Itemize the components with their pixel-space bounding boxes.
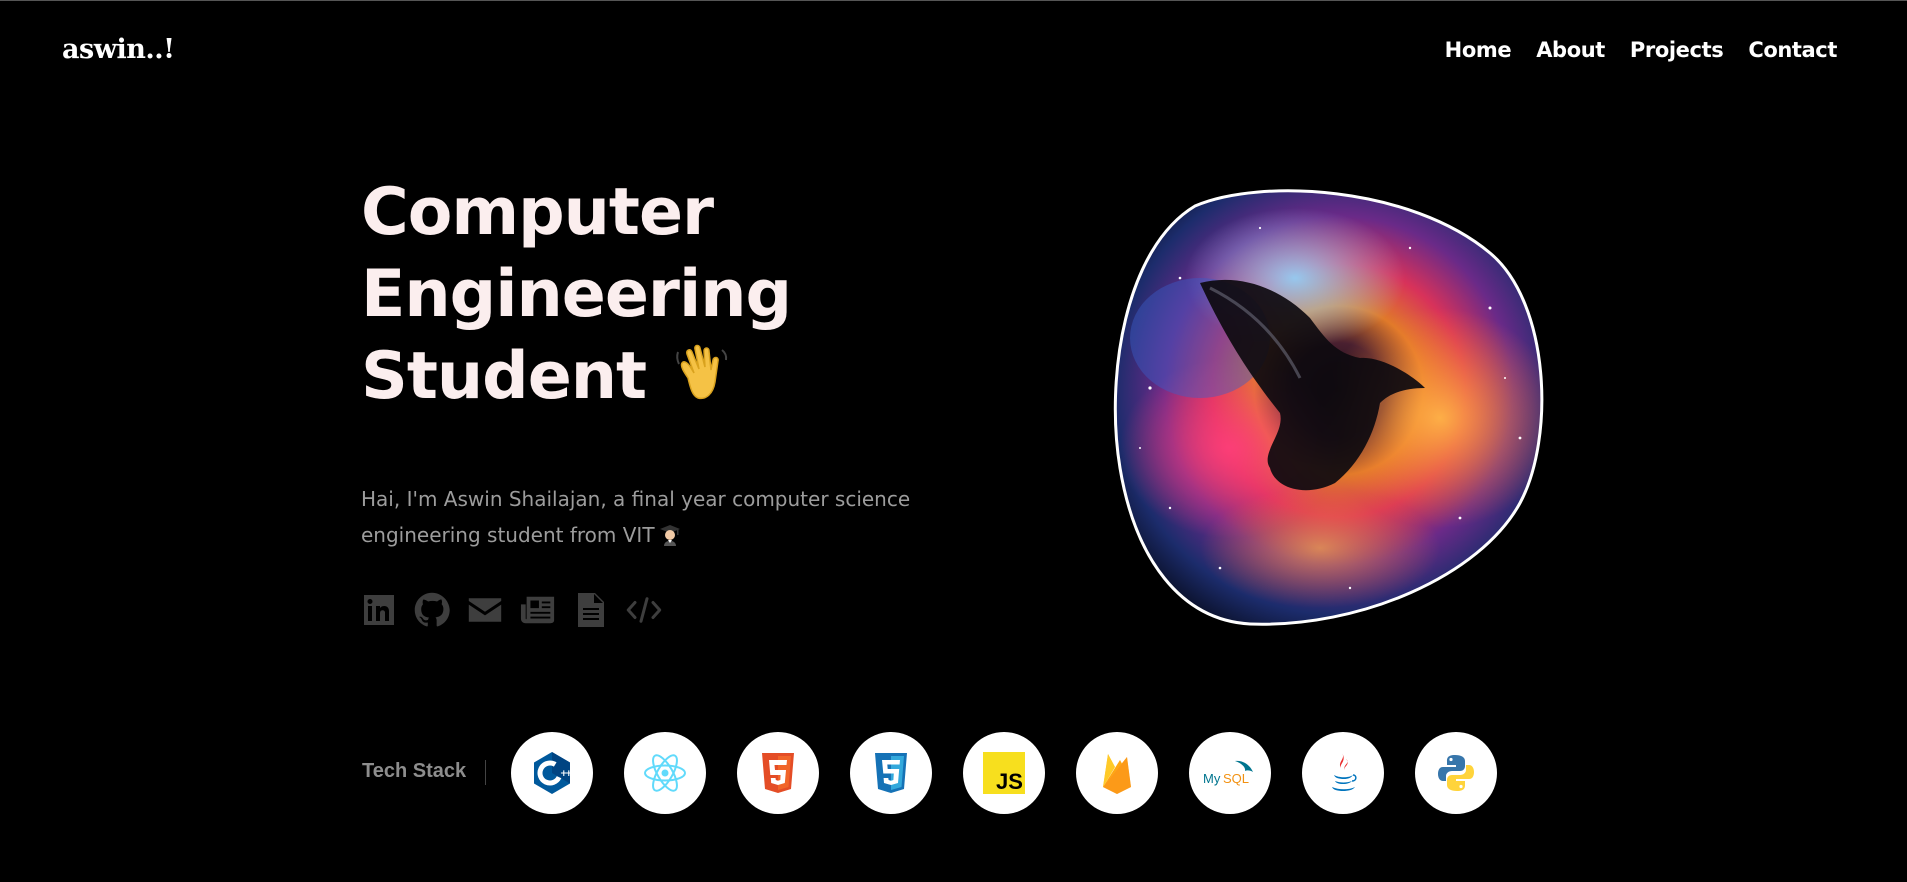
firebase-icon	[1076, 732, 1158, 814]
resume-icon[interactable]	[573, 590, 609, 630]
main-nav: Home About Projects Contact	[1445, 38, 1838, 62]
code-icon[interactable]	[626, 590, 662, 630]
nav-about-link[interactable]: About	[1536, 38, 1605, 62]
hero-title-line-1: Computer	[361, 175, 714, 250]
email-icon[interactable]	[467, 590, 503, 630]
mysql-icon: My SQL	[1189, 732, 1271, 814]
css3-icon	[850, 732, 932, 814]
profile-image	[1110, 188, 1550, 628]
github-icon[interactable]	[414, 590, 450, 630]
intro-text: Hai, I'm Aswin Shailajan, a final year c…	[361, 481, 961, 557]
hero-title-line-3-text: Student	[361, 339, 647, 414]
cpp-icon: + +	[511, 732, 593, 814]
tech-stack-list: + + JS My SQL	[511, 732, 1497, 814]
hero-title-line-2: Engineering	[361, 257, 792, 332]
hero-title-line-3: Student	[361, 336, 791, 426]
svg-text:SQL: SQL	[1223, 771, 1249, 786]
nav-projects-link[interactable]: Projects	[1630, 38, 1724, 62]
python-icon	[1415, 732, 1497, 814]
react-icon	[624, 732, 706, 814]
social-links	[361, 590, 662, 630]
svg-text:JS: JS	[996, 769, 1023, 794]
nav-home-link[interactable]: Home	[1445, 38, 1512, 62]
svg-text:+: +	[565, 769, 572, 779]
hero-title: Computer Engineering Student	[361, 172, 792, 426]
graduate-icon	[659, 521, 681, 557]
html5-icon	[737, 732, 819, 814]
nav-contact-link[interactable]: Contact	[1748, 38, 1837, 62]
top-border	[0, 0, 1907, 1]
java-icon	[1302, 732, 1384, 814]
waving-hand-icon	[674, 342, 732, 426]
tech-stack-label: Tech Stack	[362, 760, 467, 782]
site-logo[interactable]: aswin..!	[62, 34, 175, 65]
javascript-icon: JS	[963, 732, 1045, 814]
linkedin-icon[interactable]	[361, 590, 397, 630]
tech-stack-divider	[485, 760, 486, 785]
intro-text-content: Hai, I'm Aswin Shailajan, a final year c…	[361, 487, 911, 547]
blog-icon[interactable]	[520, 590, 556, 630]
svg-text:My: My	[1203, 771, 1221, 786]
